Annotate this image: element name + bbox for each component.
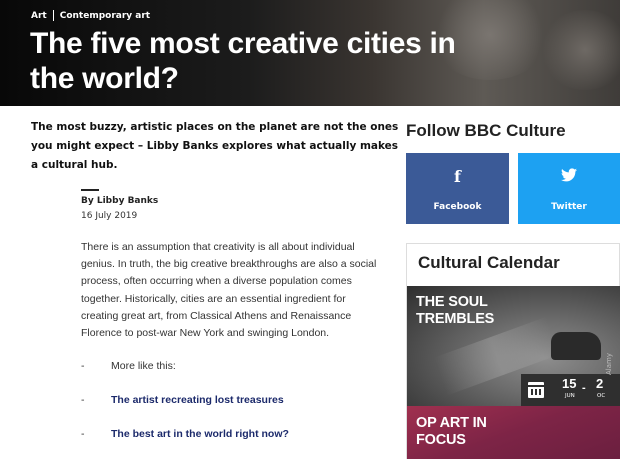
facebook-icon: f [454,167,461,186]
hero-background-highlight [540,10,620,90]
list-bullet: - [81,360,85,372]
follow-heading: Follow BBC Culture [406,121,566,140]
related-link-lost-treasures[interactable]: The artist recreating lost treasures [111,394,284,406]
event-image-piano [551,332,601,360]
breadcrumb: Art Contemporary art [31,10,150,21]
byline-divider [81,189,99,191]
related-link-item: - The best art in the world right now? [81,428,289,440]
byline: By Libby Banks [81,196,159,206]
breadcrumb-art[interactable]: Art [31,11,47,21]
article-body: There is an assumption that creativity i… [81,241,377,340]
related-link-item: - The artist recreating lost treasures [81,394,284,406]
more-like-this-label: More like this: [111,360,176,372]
breadcrumb-divider [52,10,54,21]
publish-date: 16 July 2019 [81,211,138,221]
event-title: OP ART IN FOCUS [416,415,487,448]
twitter-label: Twitter [551,202,587,212]
twitter-button[interactable]: Twitter [518,153,620,224]
event-end-day: 2 [596,376,604,391]
breadcrumb-contemporary-art[interactable]: Contemporary art [60,11,150,21]
calendar-heading: Cultural Calendar [418,253,560,272]
calendar-icon [528,382,544,398]
article-hero: Art Contemporary art The five most creat… [0,0,620,106]
calendar-event-soul-trembles[interactable]: THE SOUL TREMBLES 15 JUN - 2 OC [407,286,620,406]
image-credit: Alamy [605,353,613,375]
date-range-dash: - [582,382,586,394]
more-like-this-row: - More like this: [81,360,176,372]
list-bullet: - [81,394,85,406]
calendar-event-op-art[interactable]: OP ART IN FOCUS [407,406,620,459]
twitter-icon [518,167,620,186]
page-title: The five most creative cities in the wor… [30,27,456,95]
event-date-bar: 15 JUN - 2 OC [521,374,620,406]
event-start-day: 15 [562,376,577,391]
article-standfirst: The most buzzy, artistic places on the p… [31,121,399,171]
facebook-button[interactable]: f Facebook [406,153,509,224]
list-bullet: - [81,428,85,440]
facebook-label: Facebook [433,202,482,212]
event-end-month: OC [597,393,606,399]
related-link-best-art[interactable]: The best art in the world right now? [111,428,289,440]
event-title: THE SOUL TREMBLES [416,294,495,327]
event-start-month: JUN [565,393,575,399]
